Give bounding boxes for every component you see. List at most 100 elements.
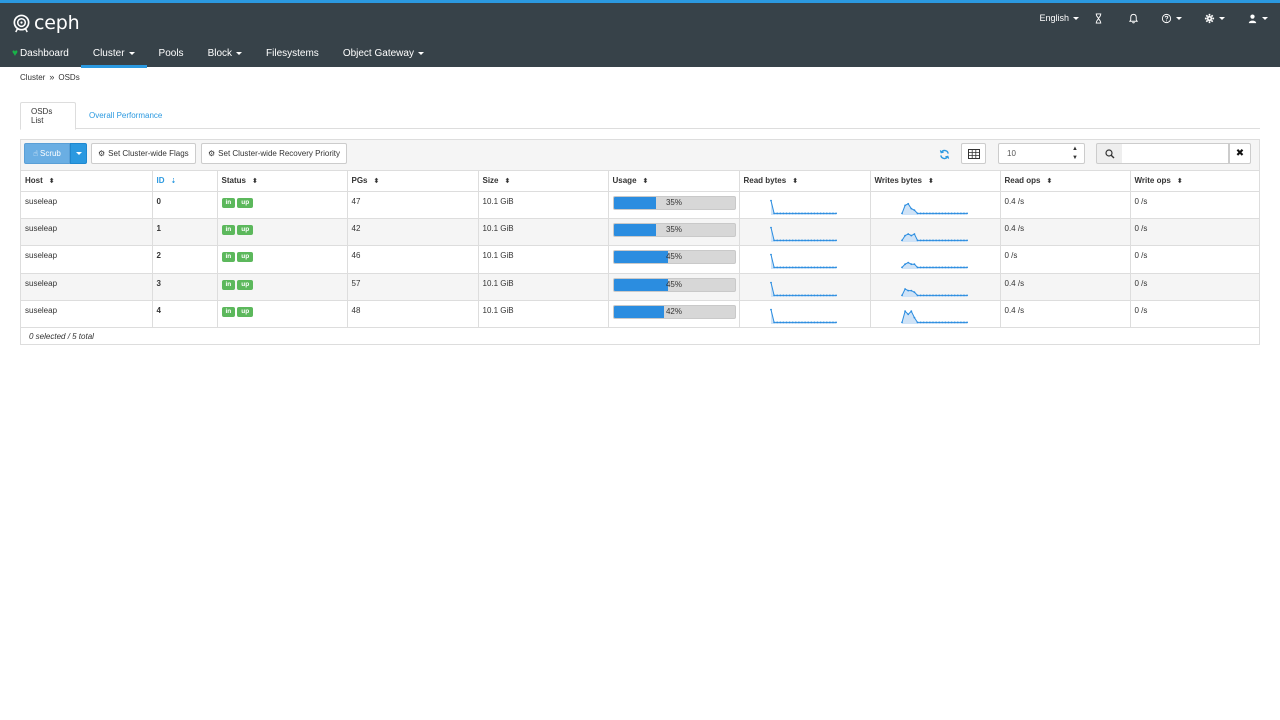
nav-block[interactable]: Block <box>196 39 254 67</box>
heart-icon: ♥ <box>12 47 18 59</box>
nav-object-gateway[interactable]: Object Gateway <box>331 39 436 67</box>
nav-object-gateway-label: Object Gateway <box>342 47 414 59</box>
table-row[interactable]: suseleap 4 in up 48 10.1 GiB 42% 0.4 /s 0… <box>21 300 1259 329</box>
sparkline-point <box>828 321 831 324</box>
search-clear-button[interactable]: ✖ <box>1229 143 1251 164</box>
tab-overall-performance[interactable]: Overall Performance <box>79 102 172 129</box>
sparkline-point <box>906 261 909 264</box>
sparkline-point <box>919 266 921 269</box>
help-menu[interactable] <box>1161 8 1182 28</box>
column-header-status[interactable]: Status ⬍ <box>217 171 348 192</box>
cell-read-bytes <box>739 273 871 302</box>
usage-bar: 45% <box>612 250 736 265</box>
column-header-host[interactable]: Host ⬍ <box>21 171 153 192</box>
sparkline-point <box>956 239 959 242</box>
tasks-button[interactable] <box>1093 8 1104 28</box>
sparkline-point <box>800 212 803 214</box>
sparkline-point <box>965 294 968 296</box>
sparkline-point <box>782 294 784 296</box>
sparkline-line <box>770 254 836 269</box>
sparkline-point <box>819 294 821 296</box>
table-row[interactable]: suseleap 1 in up 42 10.1 GiB 35% 0.4 /s 0… <box>21 218 1259 247</box>
chevron-down-icon <box>236 51 243 55</box>
set-cluster-flags-button[interactable]: ⚙ Set Cluster-wide Flags <box>91 143 196 164</box>
sparkline-point <box>922 212 925 214</box>
cell-usage: 42% <box>608 300 740 329</box>
column-header-usage[interactable]: Usage ⬍ <box>608 171 740 192</box>
language-selector[interactable]: English <box>1039 8 1079 28</box>
table-row[interactable]: suseleap 2 in up 46 10.1 GiB 45% 0 /s 0 /… <box>21 245 1259 274</box>
top-utilities: English <box>1039 7 1280 29</box>
nav-pools[interactable]: Pools <box>147 39 196 67</box>
scrub-dropdown-toggle[interactable] <box>70 143 87 164</box>
cell-status: in up <box>217 300 348 329</box>
tab-overall-performance-label: Overall Performance <box>89 111 163 120</box>
cell-host: suseleap <box>21 300 153 329</box>
scrub-button[interactable]: ☝ Scrub <box>24 143 70 164</box>
column-header-pgs[interactable]: PGs ⬍ <box>347 171 479 192</box>
sparkline-point <box>797 294 800 296</box>
sparkline-point <box>950 321 952 324</box>
column-header-size[interactable]: Size ⬍ <box>478 171 609 192</box>
sparkline-point <box>785 266 787 269</box>
column-header-id[interactable]: ID ⇣ <box>152 171 218 192</box>
breadcrumb-cluster[interactable]: Cluster <box>20 73 45 82</box>
user-menu[interactable] <box>1247 8 1268 28</box>
search-input[interactable] <box>1122 143 1229 164</box>
chevron-down-icon <box>1219 16 1225 20</box>
table-row[interactable]: suseleap 3 in up 57 10.1 GiB 45% 0.4 /s 0… <box>21 273 1259 302</box>
sparkline-point <box>834 212 837 214</box>
set-recovery-priority-label: Set Cluster-wide Recovery Priority <box>218 149 340 158</box>
brand-logo[interactable]: ceph <box>12 11 80 35</box>
sparkline-point <box>825 294 828 296</box>
sparkline-point <box>788 266 790 269</box>
nav-dashboard[interactable]: ♥ Dashboard <box>0 39 81 67</box>
sparkline-point <box>937 266 940 269</box>
sparkline-point <box>785 321 787 324</box>
refresh-button[interactable] <box>935 145 953 163</box>
search-icon <box>1104 148 1114 158</box>
column-header-read-bytes[interactable]: Read bytes ⬍ <box>739 171 871 192</box>
nav-filesystems[interactable]: Filesystems <box>254 39 331 67</box>
column-header-usage-label: Usage <box>612 176 637 186</box>
column-header-write-ops[interactable]: Write ops ⬍ <box>1130 171 1259 192</box>
sparkline-point <box>959 212 962 214</box>
cell-status: in up <box>217 273 348 302</box>
cell-pgs: 48 <box>347 300 479 329</box>
chevron-up-icon[interactable]: ▲ <box>1072 146 1078 153</box>
sparkline-point <box>909 289 912 292</box>
sort-icon: ⬍ <box>251 178 258 186</box>
chevron-down-icon <box>1262 16 1268 20</box>
sparkline-point <box>772 266 775 269</box>
sparkline-point <box>809 294 812 296</box>
sparkline-point <box>900 212 903 214</box>
sparkline-point <box>825 266 828 269</box>
sparkline-point <box>916 239 918 242</box>
notifications-button[interactable] <box>1128 8 1139 28</box>
sparkline-line <box>770 227 836 241</box>
cell-read-ops: 0.4 /s <box>1000 191 1131 219</box>
column-header-write-bytes[interactable]: Writes bytes ⬍ <box>870 171 1001 192</box>
sort-icon: ⬍ <box>642 178 649 186</box>
status-badge-in: in <box>221 279 236 290</box>
sparkline-point <box>794 266 797 269</box>
column-header-read-ops[interactable]: Read ops ⬍ <box>1000 171 1131 192</box>
sparkline-point <box>909 234 912 237</box>
sparkline-point <box>931 239 934 242</box>
column-header-status-label: Status <box>221 176 246 186</box>
column-header-write-bytes-label: Writes bytes <box>874 176 922 186</box>
tab-osds-list[interactable]: OSDs List <box>20 102 76 130</box>
sparkline-point <box>800 266 803 269</box>
gear-icon <box>1204 13 1215 23</box>
sparkline-point <box>903 287 906 290</box>
table-row[interactable]: suseleap 0 in up 47 10.1 GiB 35% 0.4 /s 0… <box>21 191 1259 219</box>
sparkline-point <box>900 321 903 324</box>
page-limit-stepper[interactable]: ▲ ▼ <box>1070 146 1080 162</box>
cell-host: suseleap <box>21 273 153 302</box>
nav-cluster[interactable]: Cluster <box>80 39 147 68</box>
settings-menu[interactable] <box>1204 8 1225 28</box>
chevron-down-icon[interactable]: ▼ <box>1072 155 1078 162</box>
sparkline-point <box>962 212 965 214</box>
table-columns-button[interactable] <box>961 143 986 164</box>
set-recovery-priority-button[interactable]: ⚙ Set Cluster-wide Recovery Priority <box>201 143 347 164</box>
